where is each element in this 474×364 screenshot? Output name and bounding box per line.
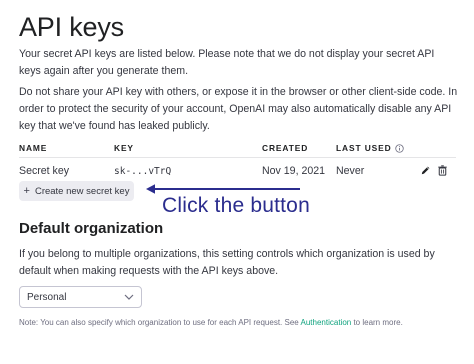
column-header-last-used-label: LAST USED xyxy=(336,143,392,153)
column-header-key: KEY xyxy=(114,143,134,153)
note-prefix: Note: You can also specify which organiz… xyxy=(19,318,301,327)
pencil-icon[interactable] xyxy=(419,164,432,177)
column-header-last-used: LAST USED xyxy=(336,143,404,153)
organization-select[interactable]: Personal xyxy=(19,286,142,308)
key-value: sk-...vTrQ xyxy=(114,166,172,177)
note-suffix: to learn more. xyxy=(351,318,403,327)
create-button-label: Create new secret key xyxy=(34,185,130,197)
key-name: Secret key xyxy=(19,165,70,177)
chevron-down-icon xyxy=(124,294,134,300)
info-icon[interactable] xyxy=(394,143,404,153)
page-title: API keys xyxy=(19,12,124,42)
trash-icon[interactable] xyxy=(436,164,449,177)
key-last-used: Never xyxy=(336,165,365,177)
authentication-link[interactable]: Authentication xyxy=(301,318,352,327)
create-new-secret-key-button[interactable]: + Create new secret key xyxy=(19,181,134,201)
annotation-text: Click the button xyxy=(162,194,310,217)
default-organization-description: If you belong to multiple organizations,… xyxy=(19,248,435,277)
intro-text: Your secret API keys are listed below. P… xyxy=(19,48,435,77)
column-header-name: NAME xyxy=(19,143,48,153)
default-organization-title: Default organization xyxy=(19,220,164,237)
organization-note: Note: You can also specify which organiz… xyxy=(19,318,403,327)
column-header-created: CREATED xyxy=(262,143,309,153)
organization-select-value: Personal xyxy=(27,291,67,303)
warning-text: Do not share your API key with others, o… xyxy=(19,86,458,132)
table-divider xyxy=(19,157,456,158)
plus-icon: + xyxy=(23,184,30,197)
key-created-date: Nov 19, 2021 xyxy=(262,165,326,177)
